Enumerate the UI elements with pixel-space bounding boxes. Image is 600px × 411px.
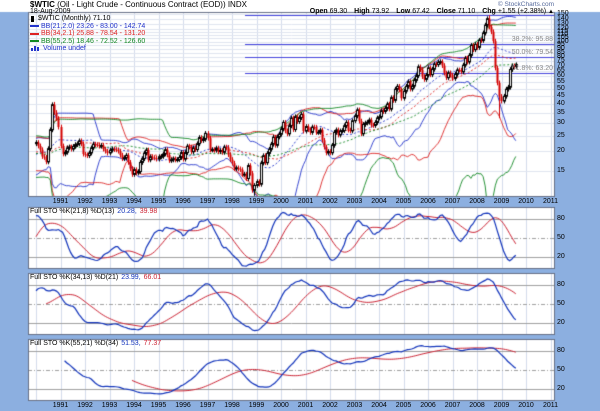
- stockcharts-price-chart: $WTIC (Oil - Light Crude - Continuous Co…: [0, 0, 600, 411]
- chart-canvas: [0, 0, 600, 411]
